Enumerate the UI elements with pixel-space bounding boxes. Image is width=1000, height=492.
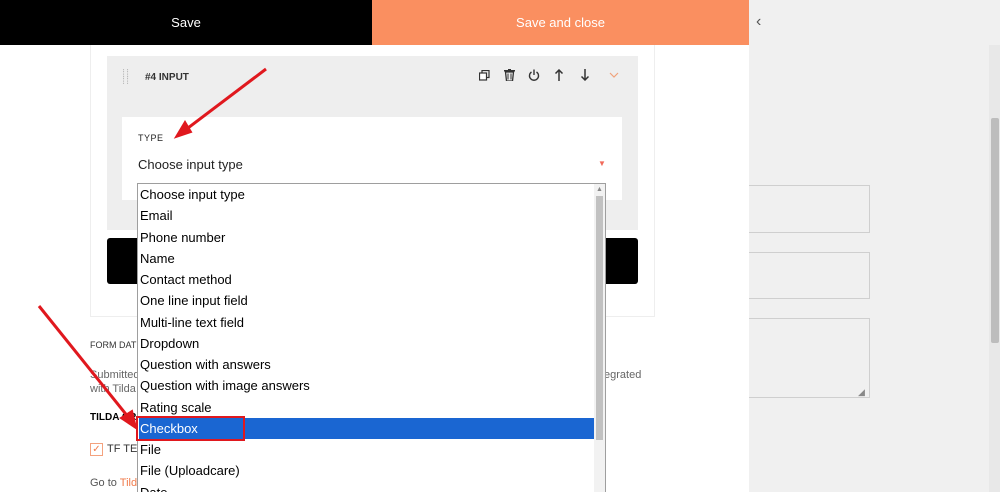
with-tilda-text: with Tilda <box>90 383 136 395</box>
dropdown-option[interactable]: Contact method <box>139 269 594 290</box>
block-title: #4 INPUT <box>145 72 189 83</box>
dropdown-option[interactable]: Name <box>139 248 594 269</box>
arrow-up-icon[interactable] <box>552 68 566 85</box>
dropdown-option[interactable]: Multi-line text field <box>139 312 594 333</box>
dropdown-option[interactable]: Phone number <box>139 227 594 248</box>
dropdown-option[interactable]: Rating scale <box>139 397 594 418</box>
preview-pane <box>749 0 1000 492</box>
drag-handle-icon[interactable]: ⁞⁞ ⁞⁞ <box>122 69 132 87</box>
input-type-select[interactable]: Choose input type <box>138 157 243 172</box>
tf-checkbox-label: TF TE <box>107 443 138 455</box>
save-button[interactable]: Save <box>0 0 372 45</box>
caret-down-icon[interactable]: ▼ <box>598 159 606 168</box>
dropdown-option[interactable]: Choose input type <box>139 184 594 205</box>
dropdown-option[interactable]: Question with answers <box>139 354 594 375</box>
trash-icon[interactable] <box>502 69 516 85</box>
form-data-label: FORM DAT <box>90 340 137 350</box>
preview-textarea[interactable] <box>749 318 870 398</box>
dropdown-option[interactable]: File <box>139 439 594 460</box>
dropdown-option[interactable]: File (Uploadcare) <box>139 460 594 481</box>
checkbox-checked-icon[interactable]: ✓ <box>90 443 103 456</box>
collapse-panel-icon[interactable]: ‹ <box>756 12 768 32</box>
dropdown-scrollbar-thumb[interactable] <box>596 196 603 440</box>
highlight-annotation <box>136 416 245 441</box>
copy-icon[interactable] <box>477 69 491 85</box>
save-and-close-button[interactable]: Save and close <box>372 0 749 45</box>
dropdown-option[interactable]: Email <box>139 205 594 226</box>
type-label: TYPE <box>138 133 164 143</box>
integrated-text: egrated <box>604 369 642 381</box>
dropdown-option[interactable]: Question with image answers <box>139 375 594 396</box>
input-type-dropdown-list[interactable]: Choose input type Email Phone number Name Co… <box>137 183 606 492</box>
submitted-description: Submitted with Tilda <box>90 368 140 396</box>
dropdown-option[interactable]: One line input field <box>139 290 594 311</box>
preview-input-field[interactable] <box>749 185 870 233</box>
submitted-text: Submitted <box>90 369 140 381</box>
preview-input-field[interactable] <box>749 252 870 299</box>
dropdown-option[interactable]: Date <box>139 482 594 492</box>
scroll-up-icon[interactable]: ▲ <box>594 184 605 195</box>
arrow-down-icon[interactable] <box>578 69 592 85</box>
chevron-down-icon[interactable] <box>609 70 619 81</box>
dropdown-option[interactable]: Dropdown <box>139 333 594 354</box>
resize-handle-icon[interactable]: ◢ <box>858 388 865 397</box>
power-icon[interactable] <box>527 69 541 85</box>
goto-text: Go to Tild <box>90 477 137 489</box>
goto-prefix: Go to <box>90 477 120 489</box>
page-scrollbar-thumb[interactable] <box>991 118 999 343</box>
tilda-link[interactable]: Tild <box>120 477 137 489</box>
tilda-crm-heading: TILDA CR <box>90 412 137 423</box>
